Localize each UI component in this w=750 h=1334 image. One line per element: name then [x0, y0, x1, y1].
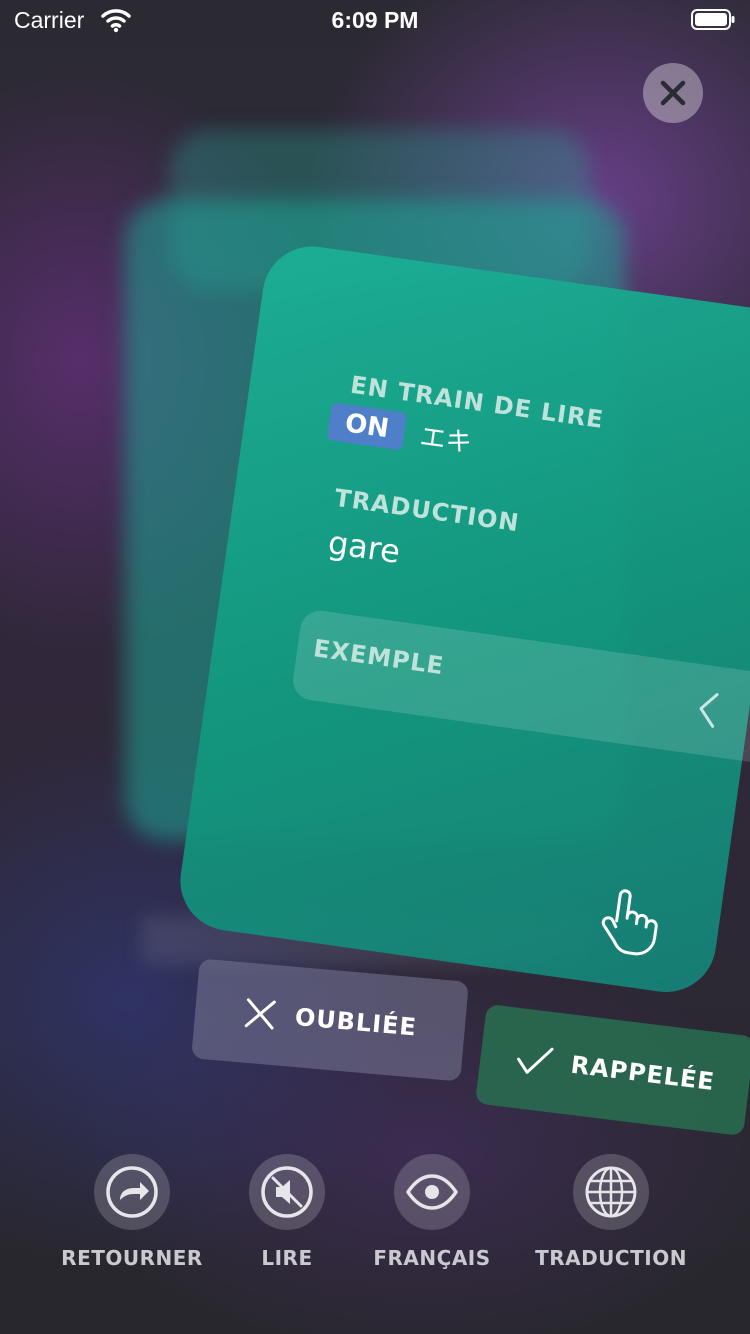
on-reading-badge: ON	[326, 402, 408, 451]
flip-arrow-icon	[106, 1166, 158, 1218]
translation-button[interactable]: TRADUCTION	[521, 1150, 701, 1290]
reading-kana: エキ	[417, 421, 474, 459]
flip-button-circle[interactable]	[94, 1154, 170, 1230]
french-button-circle[interactable]	[394, 1154, 470, 1230]
forgot-button[interactable]: OUBLIÉE	[191, 958, 469, 1082]
flashcard-content: EN TRAIN DE LIRE ON エキ TRADUCTION gare E…	[174, 240, 750, 998]
bottom-toolbar: RETOURNER LIRE FRANÇAIS TRADUCTION	[0, 1150, 750, 1290]
translation-value: gare	[325, 523, 403, 571]
french-button[interactable]: FRANÇAIS	[342, 1150, 522, 1290]
status-bar: Carrier 6:09 PM	[0, 0, 750, 40]
tap-hand-icon	[601, 889, 658, 956]
status-time: 6:09 PM	[331, 7, 419, 33]
translation-button-circle[interactable]	[573, 1154, 649, 1230]
eye-icon	[406, 1174, 458, 1210]
battery-icon	[691, 9, 735, 30]
close-icon	[660, 80, 686, 106]
example-box[interactable]	[290, 608, 750, 773]
globe-icon	[585, 1166, 637, 1218]
checkmark-icon	[516, 1047, 554, 1074]
remembered-label: RAPPELÉE	[569, 1050, 717, 1097]
close-button[interactable]	[643, 63, 703, 123]
cross-icon	[244, 998, 276, 1030]
flashcard-screen: Carrier 6:09 PM EN TRAIN DE LIRE ON エキ T…	[0, 0, 750, 1334]
flashcard[interactable]: EN TRAIN DE LIRE ON エキ TRADUCTION gare E…	[173, 240, 750, 999]
french-label: FRANÇAIS	[373, 1246, 491, 1270]
forgot-label: OUBLIÉE	[293, 1002, 418, 1042]
speaker-muted-icon	[261, 1166, 313, 1218]
translation-tool-label: TRADUCTION	[535, 1246, 687, 1270]
read-button-circle[interactable]	[249, 1154, 325, 1230]
remembered-button[interactable]: RAPPELÉE	[474, 1003, 750, 1137]
flip-label: RETOURNER	[61, 1246, 203, 1270]
flip-button[interactable]: RETOURNER	[42, 1150, 222, 1290]
